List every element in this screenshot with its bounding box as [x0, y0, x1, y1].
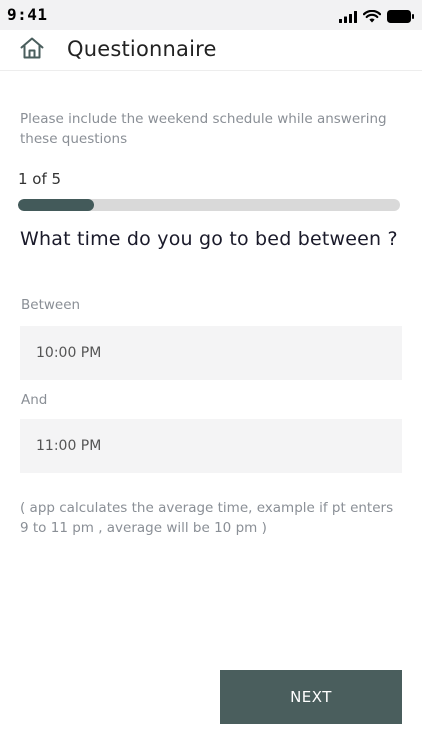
battery-icon [387, 8, 414, 27]
status-time: 9:41 [7, 5, 48, 24]
progress-bar [18, 199, 400, 211]
and-time-value: 11:00 PM [36, 438, 102, 454]
progress-bar-fill [18, 199, 95, 211]
status-bar: 9:41 [0, 0, 422, 30]
questionnaire-screen: 9:41 Questionnaire Please include the we… [0, 0, 422, 750]
app-header: Questionnaire [0, 30, 422, 71]
page-title: Questionnaire [67, 37, 217, 61]
next-button[interactable]: NEXT [220, 670, 402, 724]
and-time-field[interactable]: 11:00 PM [20, 419, 402, 473]
progress-text: 1 of 5 [18, 170, 62, 188]
wifi-icon [362, 8, 382, 27]
between-label: Between [21, 297, 81, 313]
signal-icon [339, 8, 357, 27]
instruction-text: Please include the weekend schedule whil… [20, 111, 387, 147]
between-time-value: 10:00 PM [36, 345, 102, 361]
question-text: What time do you go to bed between ? [20, 228, 398, 250]
and-label: And [21, 392, 48, 408]
home-button[interactable] [18, 37, 46, 63]
home-icon[interactable] [19, 36, 45, 64]
between-time-field[interactable]: 10:00 PM [20, 326, 402, 380]
average-note: ( app calculates the average time, examp… [20, 500, 394, 536]
status-icons [339, 8, 414, 27]
